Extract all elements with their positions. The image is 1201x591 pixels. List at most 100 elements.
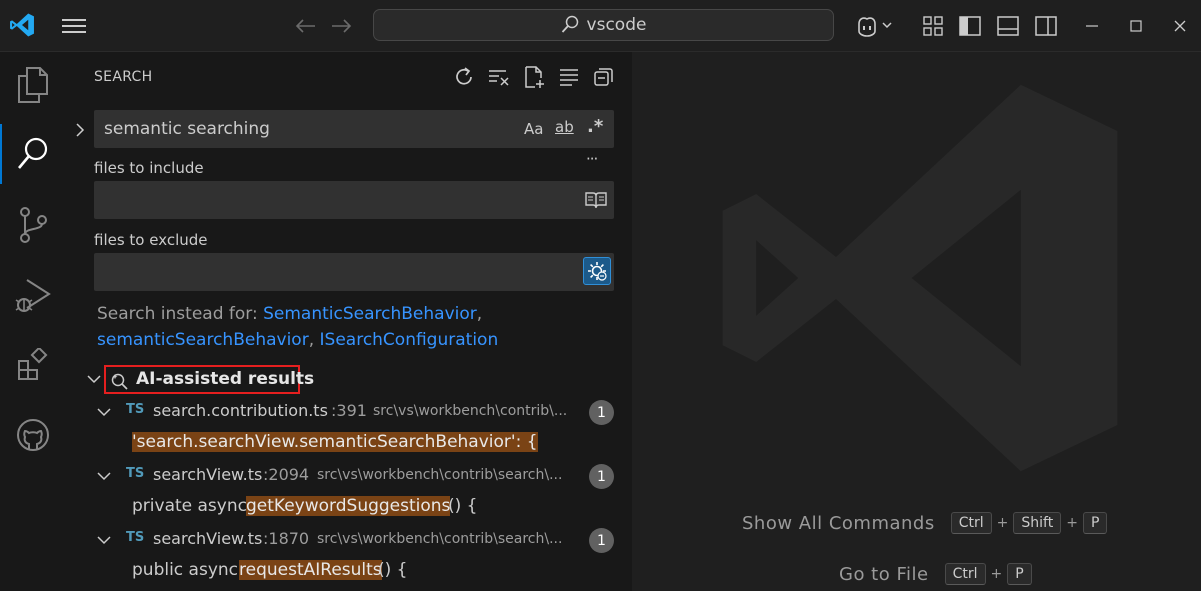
open-editors-only-icon[interactable] — [584, 189, 608, 211]
files-include-label: files to include — [94, 159, 204, 177]
view-as-tree-icon[interactable] — [551, 64, 586, 90]
toggle-search-details-button[interactable]: ··· — [586, 150, 598, 168]
chevron-down-icon — [97, 472, 111, 481]
vscode-watermark-icon — [722, 84, 1118, 472]
result-count-badge: 1 — [589, 464, 614, 489]
result-match-highlight: requestAIResults — [239, 560, 382, 580]
key-ctrl: Ctrl — [950, 512, 992, 534]
result-match-prefix: private async — [132, 496, 247, 516]
search-icon — [561, 15, 578, 33]
key-plus: + — [996, 515, 1009, 531]
typescript-icon: TS — [126, 530, 145, 545]
suggestion-separator-1: , — [476, 304, 483, 324]
github-icon[interactable] — [0, 405, 66, 465]
key-shift: Shift — [1013, 512, 1062, 534]
ai-results-header[interactable]: AI-assisted results — [66, 365, 632, 395]
result-file-name: searchView.ts — [153, 465, 263, 484]
result-file-row[interactable]: TS searchView.ts :2094 src\vs\workbench\… — [66, 462, 632, 492]
chevron-down-icon — [87, 375, 101, 384]
back-arrow-icon[interactable] — [290, 12, 320, 40]
key-plus: + — [1066, 515, 1078, 531]
result-match-highlight: getKeywordSuggestions — [246, 496, 451, 516]
vscode-logo-icon — [6, 10, 38, 40]
collapse-all-icon[interactable] — [586, 64, 621, 90]
search-input-value: semantic searching — [104, 119, 270, 139]
maximize-icon[interactable] — [1121, 12, 1151, 40]
typescript-icon: TS — [126, 466, 145, 481]
result-file-path: src\vs\workbench\contrib\... — [373, 403, 568, 419]
toggle-replace-chevron-icon[interactable] — [72, 120, 88, 140]
go-to-file-label: Go to File — [839, 563, 929, 585]
refresh-icon[interactable] — [446, 64, 481, 90]
source-control-icon[interactable] — [0, 195, 66, 255]
explorer-icon[interactable] — [0, 55, 66, 115]
command-center-label: vscode — [586, 15, 647, 35]
result-match-prefix: public async — [132, 560, 239, 580]
search-sidebar: SEARCH semantic searching Aa ab .* ··· f… — [66, 52, 632, 591]
editor-area: Show All Commands Ctrl + Shift + P Go to… — [632, 52, 1201, 591]
chevron-down-icon — [97, 408, 111, 417]
toggle-secondary-sidebar-icon[interactable] — [1031, 12, 1061, 40]
ai-results-title: AI-assisted results — [136, 369, 315, 389]
suggestion-separator-2: , — [308, 330, 315, 350]
result-line-number: :2094 — [263, 465, 310, 484]
clear-results-icon[interactable] — [481, 64, 516, 90]
search-actions — [446, 64, 621, 90]
files-exclude-input[interactable] — [94, 253, 614, 291]
go-to-file-hint: Go to File Ctrl + P — [839, 563, 1034, 585]
result-file-name: search.contribution.ts — [153, 401, 328, 420]
customize-layout-icon[interactable] — [918, 12, 948, 40]
search-input[interactable]: semantic searching Aa ab .* — [94, 110, 614, 148]
result-file-path: src\vs\workbench\contrib\search\... — [317, 531, 563, 547]
suggestion-link-1[interactable]: SemanticSearchBehavior — [263, 304, 477, 324]
copilot-icon[interactable] — [850, 12, 900, 40]
result-file-row[interactable]: TS search.contribution.ts :391 src\vs\wo… — [66, 398, 632, 428]
forward-arrow-icon[interactable] — [327, 12, 357, 40]
regex-toggle[interactable]: .* — [587, 116, 603, 137]
match-case-toggle[interactable]: Aa — [524, 120, 543, 138]
result-match-row[interactable]: 'search.searchView.semanticSearchBehavio… — [66, 429, 632, 459]
result-match-suffix: () { — [448, 496, 478, 516]
suggestion-link-2[interactable]: semanticSearchBehavior — [97, 330, 309, 350]
chevron-down-icon — [97, 536, 111, 545]
sparkle-search-icon — [111, 373, 128, 390]
result-line-number: :391 — [331, 401, 367, 420]
search-view-icon[interactable] — [0, 124, 66, 184]
new-search-editor-icon[interactable] — [516, 64, 551, 90]
files-exclude-label: files to exclude — [94, 231, 208, 249]
result-match-row[interactable]: public async requestAIResults () { — [66, 557, 632, 587]
show-all-commands-hint: Show All Commands Ctrl + Shift + P — [742, 512, 1109, 534]
typescript-icon: TS — [126, 402, 145, 417]
search-suggestions: Search instead for: SemanticSearchBehavi… — [97, 301, 607, 353]
menu-icon[interactable] — [58, 12, 90, 40]
toggle-primary-sidebar-icon[interactable] — [955, 12, 985, 40]
result-line-number: :1870 — [263, 529, 310, 548]
search-title: SEARCH — [94, 69, 153, 85]
suggestion-link-3[interactable]: ISearchConfiguration — [320, 330, 499, 350]
run-debug-icon[interactable] — [0, 265, 66, 325]
command-center-search[interactable]: vscode — [373, 9, 834, 41]
result-file-row[interactable]: TS searchView.ts :1870 src\vs\workbench\… — [66, 526, 632, 556]
key-plus: + — [990, 566, 1003, 582]
result-file-name: searchView.ts — [153, 529, 263, 548]
title-bar: vscode — [0, 0, 1201, 52]
extensions-icon[interactable] — [0, 335, 66, 395]
result-count-badge: 1 — [589, 400, 614, 425]
whole-word-toggle[interactable]: ab — [555, 118, 574, 136]
key-p: P — [1082, 512, 1108, 534]
close-icon[interactable] — [1165, 12, 1195, 40]
minimize-icon[interactable] — [1077, 12, 1107, 40]
key-ctrl: Ctrl — [944, 563, 986, 585]
result-count-badge: 1 — [589, 528, 614, 553]
use-exclude-settings-icon[interactable] — [583, 257, 611, 285]
result-match-row[interactable]: private async getKeywordSuggestions () { — [66, 493, 632, 523]
files-include-input[interactable] — [94, 181, 614, 219]
show-all-commands-label: Show All Commands — [742, 512, 935, 534]
suggestion-prefix: Search instead for: — [97, 304, 258, 324]
result-match-suffix: () { — [378, 560, 408, 580]
activity-bar — [0, 52, 66, 591]
result-match-highlight: 'search.searchView.semanticSearchBehavio… — [132, 432, 538, 452]
result-file-path: src\vs\workbench\contrib\search\... — [317, 467, 563, 483]
key-p: P — [1007, 563, 1032, 585]
toggle-panel-icon[interactable] — [993, 12, 1023, 40]
